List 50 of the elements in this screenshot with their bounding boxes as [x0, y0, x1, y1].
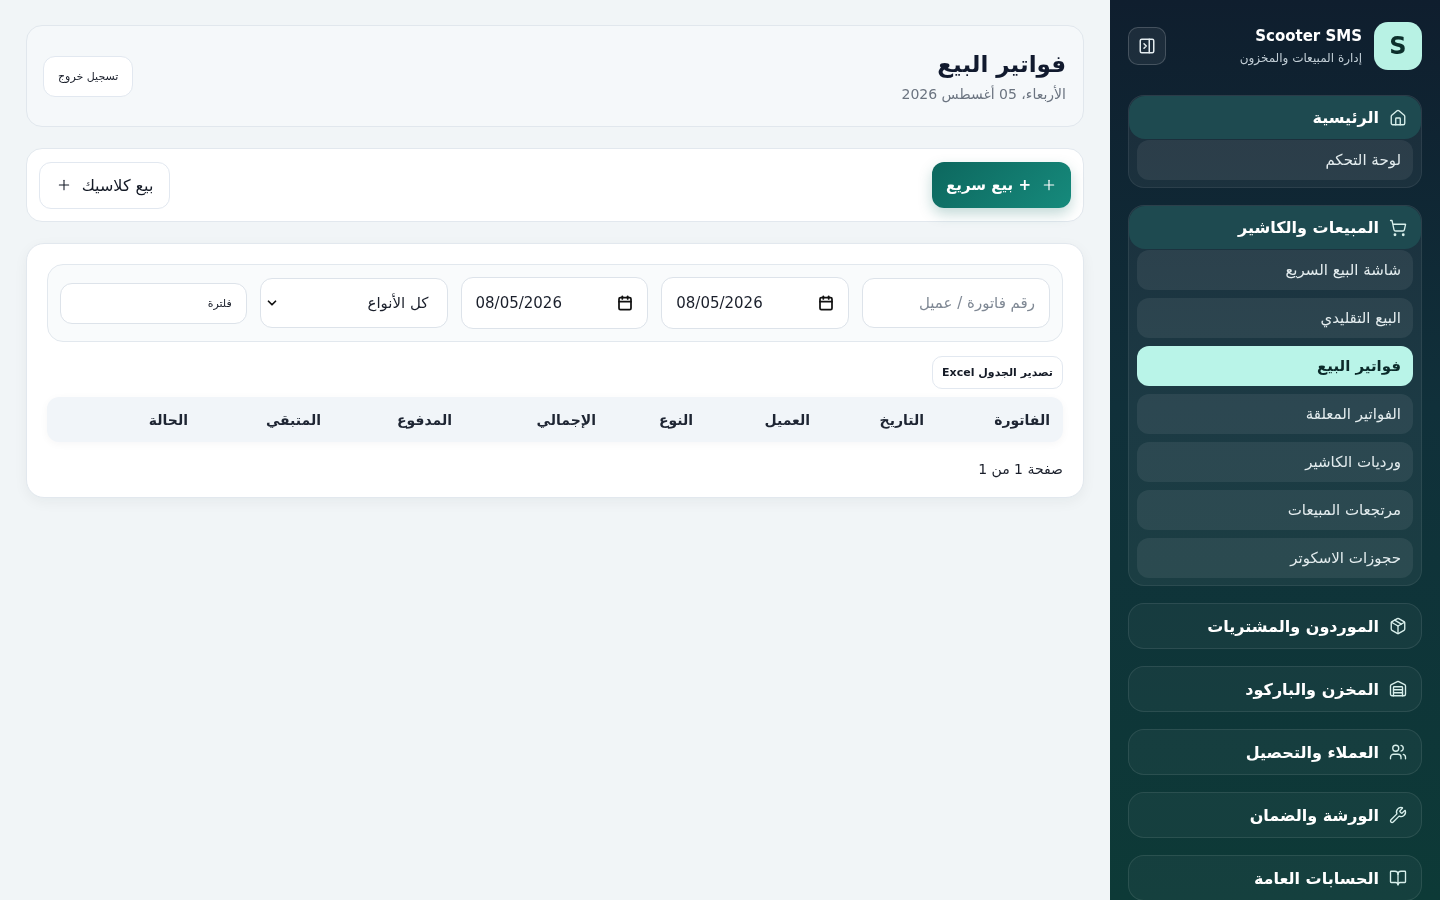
home-icon — [1389, 108, 1407, 127]
logout-button[interactable]: تسجيل خروج — [43, 55, 134, 97]
column-header: الإجمالي — [535, 411, 596, 428]
nav-item[interactable]: البيع التقليدي — [1137, 298, 1413, 338]
nav-group-header[interactable]: الورشة والضمان — [1128, 792, 1422, 838]
classic-sale-button[interactable]: بيع كلاسيك — [39, 161, 170, 209]
nav-group-header[interactable]: الرئيسية — [1129, 96, 1421, 139]
nav-group-header[interactable]: المخزن والباركود — [1128, 666, 1422, 712]
app-title: Scooter SMS — [1254, 27, 1362, 45]
warehouse-icon — [1389, 680, 1407, 698]
column-header: المدفوع — [395, 411, 452, 428]
page-date: الأربعاء، 05 أغسطس 2026 — [901, 85, 1066, 102]
nav-group-header[interactable]: الموردون والمشتريات — [1128, 603, 1422, 649]
nav-item[interactable]: مرتجعات المبيعات — [1137, 490, 1413, 530]
users-icon — [1389, 743, 1407, 761]
wrench-icon — [1389, 806, 1407, 824]
panel-icon — [1138, 37, 1156, 55]
date-field[interactable]: 08/05/2026 — [661, 277, 849, 329]
plus-icon — [1041, 177, 1057, 193]
book-icon — [1389, 869, 1407, 887]
app-subtitle: إدارة المبيعات والمخزون — [1239, 51, 1362, 65]
cart-icon — [1389, 218, 1407, 237]
calendar-icon — [818, 295, 834, 311]
sidebar-toggle-button[interactable] — [1128, 27, 1166, 65]
column-header: المتبقي — [264, 411, 321, 428]
nav-group-header[interactable]: المبيعات والكاشير — [1129, 206, 1421, 249]
app-logo: S — [1374, 22, 1422, 70]
nav-item[interactable]: الفواتير المعلقة — [1137, 394, 1413, 434]
pagination-text: صفحة 1 من 1 — [977, 461, 1063, 477]
column-header: النوع — [657, 411, 693, 428]
type-select[interactable]: كل الأنواع — [259, 278, 448, 328]
quick-sale-button[interactable]: + بيع سريع — [932, 162, 1071, 208]
nav-item[interactable]: ورديات الكاشير — [1137, 442, 1413, 482]
nav-group-header[interactable]: الحسابات العامة — [1128, 855, 1422, 900]
column-header: التاريخ — [878, 411, 924, 428]
column-header: العميل — [763, 411, 810, 428]
nav-group-header[interactable]: العملاء والتحصيل — [1128, 729, 1422, 775]
nav-item[interactable]: حجوزات الاسكوتر — [1137, 538, 1413, 578]
column-header: الفاتورة — [993, 411, 1050, 428]
date-field[interactable]: 08/05/2026 — [460, 277, 649, 329]
nav-item[interactable]: لوحة التحكم — [1137, 140, 1413, 180]
calendar-icon — [617, 295, 634, 311]
page-title: فواتير البيع — [936, 50, 1066, 77]
box-icon — [1389, 617, 1407, 635]
filter-button[interactable]: فلترة — [60, 282, 247, 324]
search-field[interactable]: رقم فاتورة / عميل — [862, 278, 1050, 328]
column-header: الحالة — [147, 411, 188, 428]
nav-item[interactable]: شاشة البيع السريع — [1137, 250, 1413, 290]
nav-item[interactable]: فواتير البيع — [1137, 346, 1413, 386]
export-excel-button[interactable]: تصدير الجدول Excel — [932, 356, 1063, 389]
